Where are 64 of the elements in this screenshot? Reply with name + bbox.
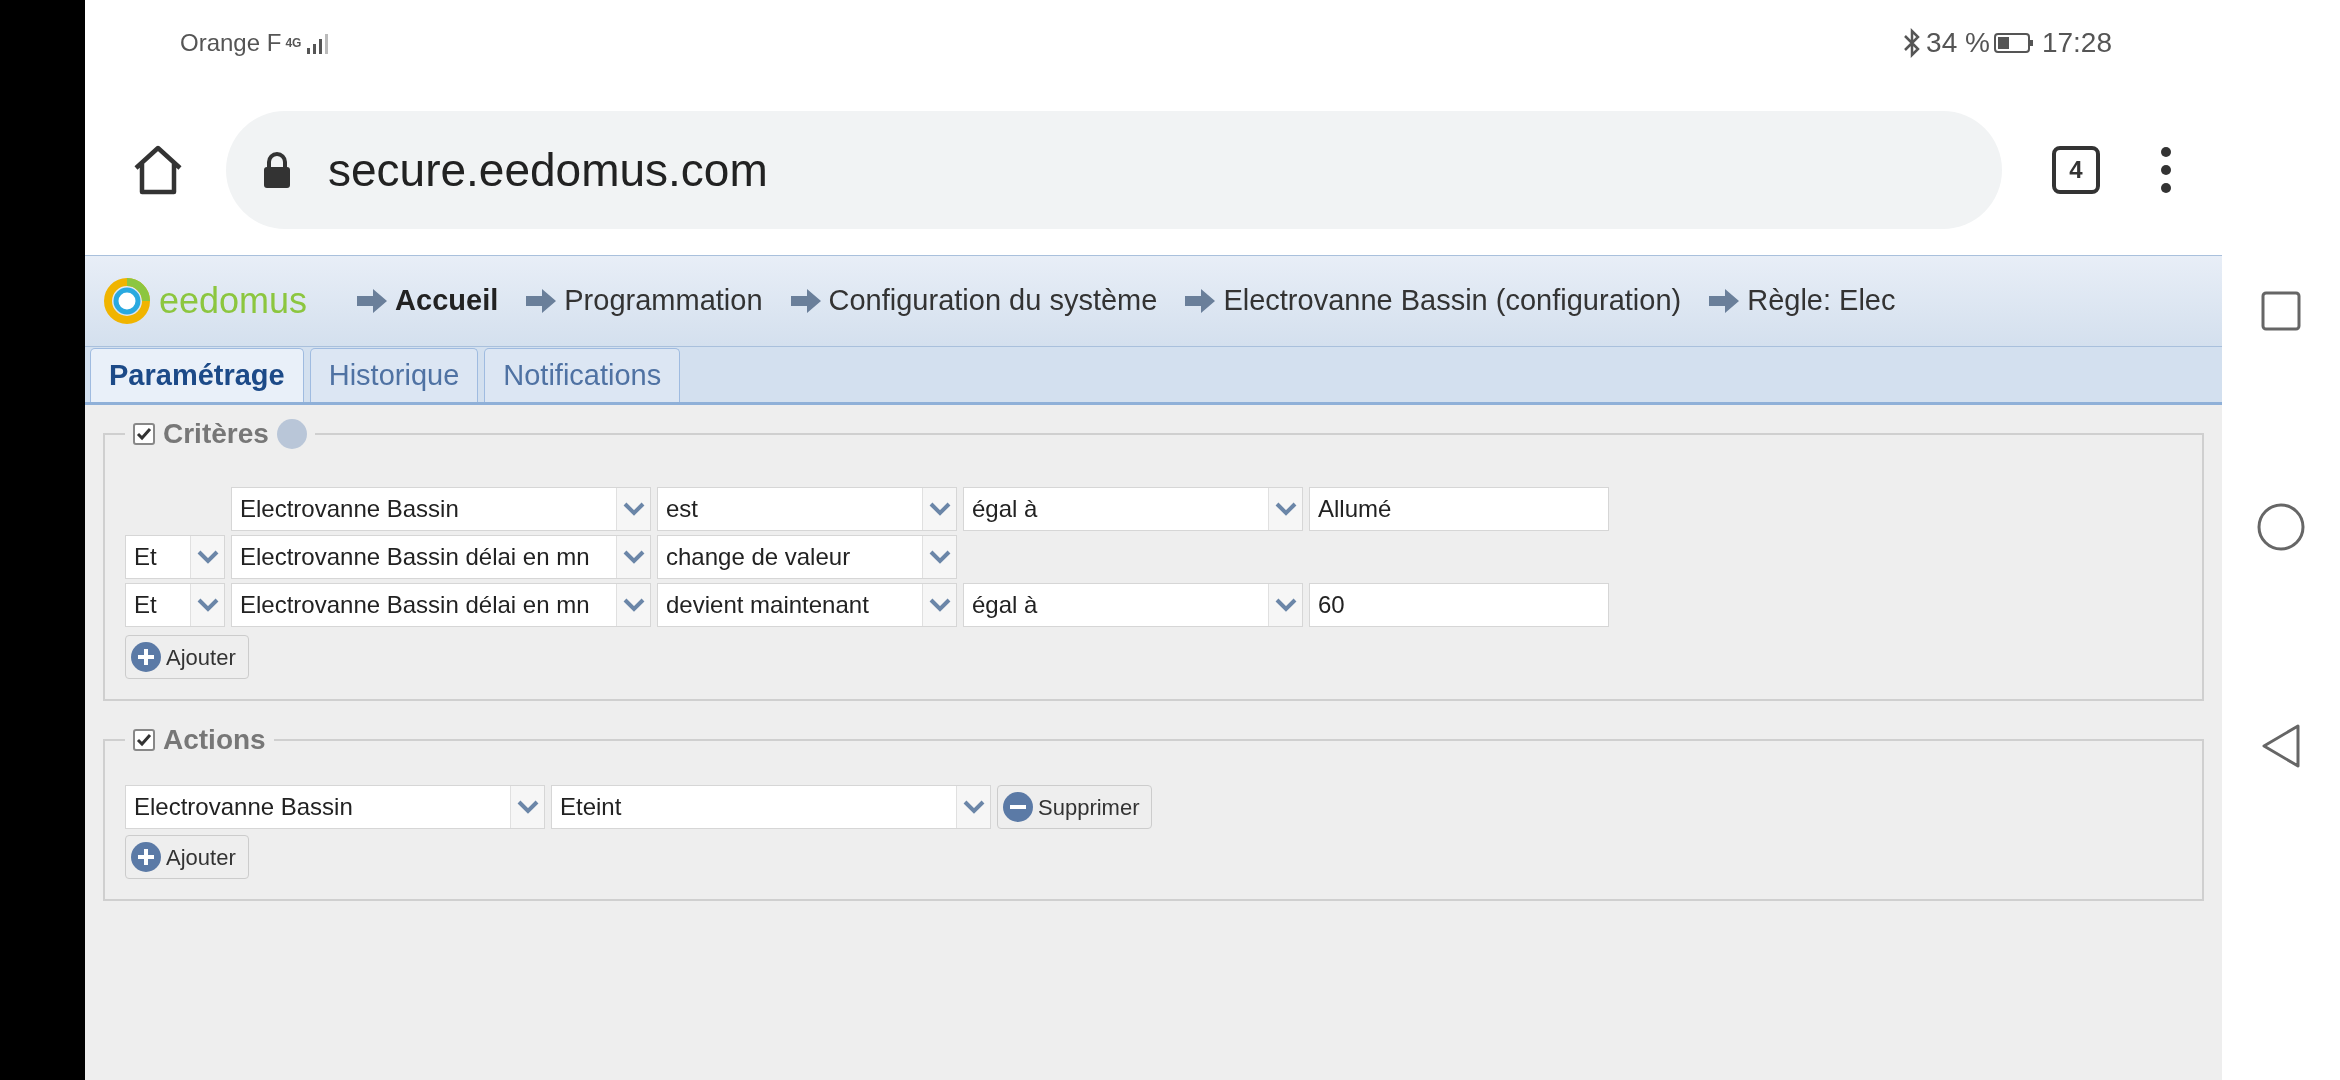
caret-icon [928,598,951,612]
tab[interactable]: Notifications [484,348,681,402]
dropdown[interactable]: égal à [963,487,1303,531]
caret-icon [1274,598,1297,612]
caret-icon [962,800,985,814]
battery-icon [1993,31,2034,54]
caret-icon [928,550,951,564]
back-icon[interactable] [2260,722,2302,770]
caret-icon [196,598,219,612]
recents-icon[interactable] [2260,290,2302,332]
address-bar[interactable]: secure.eedomus.com [226,111,2002,229]
caret-icon [928,502,951,516]
plus-icon [130,641,162,673]
caret-icon [1274,502,1297,516]
section-title: Actions [163,723,266,757]
dropdown[interactable]: Electrovanne Bassin [231,487,651,531]
battery-percent: 34 % [1926,25,1990,60]
dropdown[interactable]: Et [125,583,225,627]
plus-icon [130,841,162,873]
arrow-icon [526,289,557,313]
dropdown[interactable]: Et [125,535,225,579]
tab[interactable]: Historique [309,348,479,402]
arrow-icon [357,289,388,313]
dropdown[interactable]: Electrovanne Bassin délai en mn [231,535,651,579]
caret-icon [196,550,219,564]
section-title: Critères [163,417,269,451]
logo-text: eedomus [159,279,308,323]
menu-icon[interactable] [2160,146,2172,194]
dropdown[interactable]: devient maintenant [657,583,957,627]
caret-icon [622,550,645,564]
checkbox[interactable] [133,423,155,445]
dropdown[interactable]: est [657,487,957,531]
breadcrumb-link[interactable]: Règle: Elec [1747,279,1896,323]
dropdown[interactable]: égal à [963,583,1303,627]
carrier-name: Orange F [180,27,282,58]
add-button[interactable]: Ajouter [125,835,249,879]
clock: 17:28 [2041,25,2112,60]
dropdown[interactable]: Electrovanne Bassin [125,785,545,829]
breadcrumb-link[interactable]: Accueil [395,279,499,323]
arrow-icon [1185,289,1216,313]
logo-icon [103,277,151,325]
checkbox[interactable] [133,729,155,751]
dropdown[interactable]: change de valeur [657,535,957,579]
lock-icon [261,150,293,190]
tab-count-button[interactable]: 4 [2052,146,2100,194]
arrow-icon [1709,289,1740,313]
dropdown[interactable]: Eteint [551,785,991,829]
add-button[interactable]: Ajouter [125,635,249,679]
url-text: secure.eedomus.com [328,142,768,198]
input-field[interactable]: Allumé [1309,487,1609,531]
input-field[interactable]: 60 [1309,583,1609,627]
remove-button[interactable]: Supprimer [997,785,1153,829]
dropdown[interactable]: Electrovanne Bassin délai en mn [231,583,651,627]
breadcrumb-link[interactable]: Electrovanne Bassin (configuration) [1223,279,1682,323]
arrow-icon [790,289,821,313]
breadcrumb-link[interactable]: Programmation [564,279,763,323]
home-button-icon[interactable] [2256,502,2306,552]
caret-icon [622,598,645,612]
caret-icon [622,502,645,516]
breadcrumb-link[interactable]: Configuration du système [828,279,1158,323]
minus-icon [1002,791,1034,823]
caret-icon [516,800,539,814]
tab[interactable]: Paramétrage [90,348,304,402]
network-type: 4G [285,36,302,49]
